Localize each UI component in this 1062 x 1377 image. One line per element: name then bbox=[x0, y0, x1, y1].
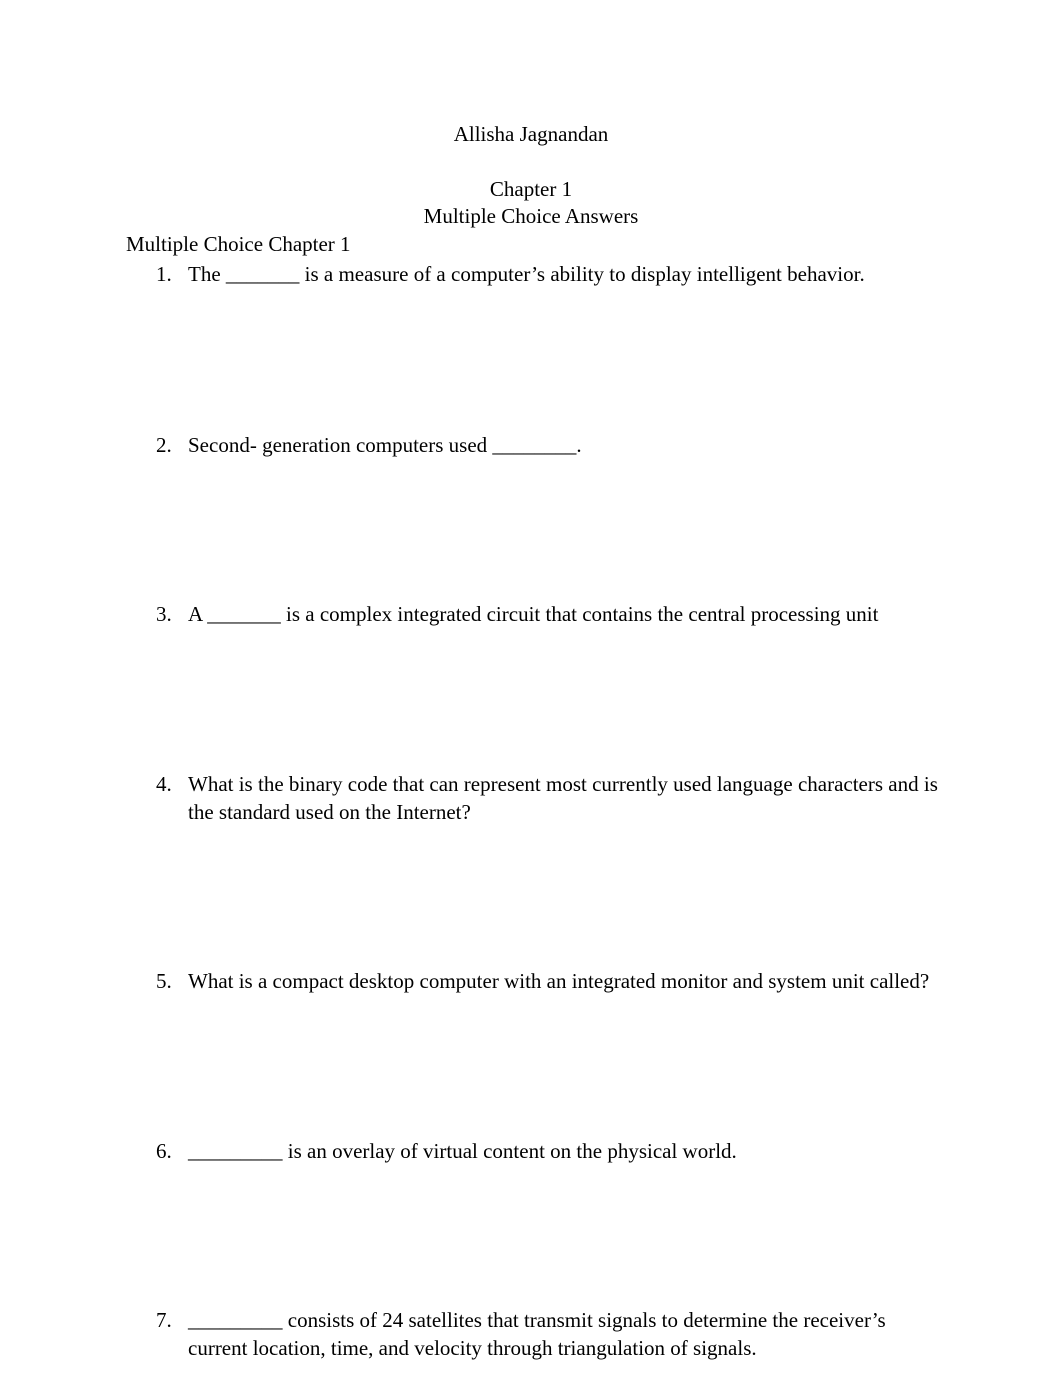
question-number: 1. bbox=[156, 262, 172, 286]
section-heading: Multiple Choice Chapter 1 bbox=[126, 232, 351, 256]
question-number: 7. bbox=[156, 1308, 172, 1332]
question-text: What is a compact desktop computer with … bbox=[188, 969, 930, 993]
question-text: A _______ is a complex integrated circui… bbox=[188, 602, 879, 626]
question-item: 4. What is the binary code that can repr… bbox=[156, 770, 946, 826]
question-item: 6. _________ is an overlay of virtual co… bbox=[156, 1137, 946, 1165]
chapter-title: Chapter 1 bbox=[489, 177, 573, 201]
question-item: 5. What is a compact desktop computer wi… bbox=[156, 967, 946, 995]
question-text: The _______ is a measure of a computer’s… bbox=[188, 262, 865, 286]
question-text: _________ is an overlay of virtual conte… bbox=[188, 1139, 737, 1163]
document-subtitle: Multiple Choice Answers bbox=[423, 204, 639, 228]
question-number: 3. bbox=[156, 602, 172, 626]
question-item: 1. The _______ is a measure of a compute… bbox=[156, 260, 946, 288]
question-number: 2. bbox=[156, 433, 172, 457]
question-number: 4. bbox=[156, 772, 172, 796]
question-number: 6. bbox=[156, 1139, 172, 1163]
question-text: Second- generation computers used ______… bbox=[188, 433, 582, 457]
question-number: 5. bbox=[156, 969, 172, 993]
question-text: _________ consists of 24 satellites that… bbox=[188, 1308, 886, 1360]
author-name: Allisha Jagnandan bbox=[453, 122, 609, 146]
question-item: 3. A _______ is a complex integrated cir… bbox=[156, 600, 946, 628]
question-item: 7. _________ consists of 24 satellites t… bbox=[156, 1306, 946, 1362]
question-item: 2. Second- generation computers used ___… bbox=[156, 431, 946, 459]
question-text: What is the binary code that can represe… bbox=[188, 772, 938, 824]
